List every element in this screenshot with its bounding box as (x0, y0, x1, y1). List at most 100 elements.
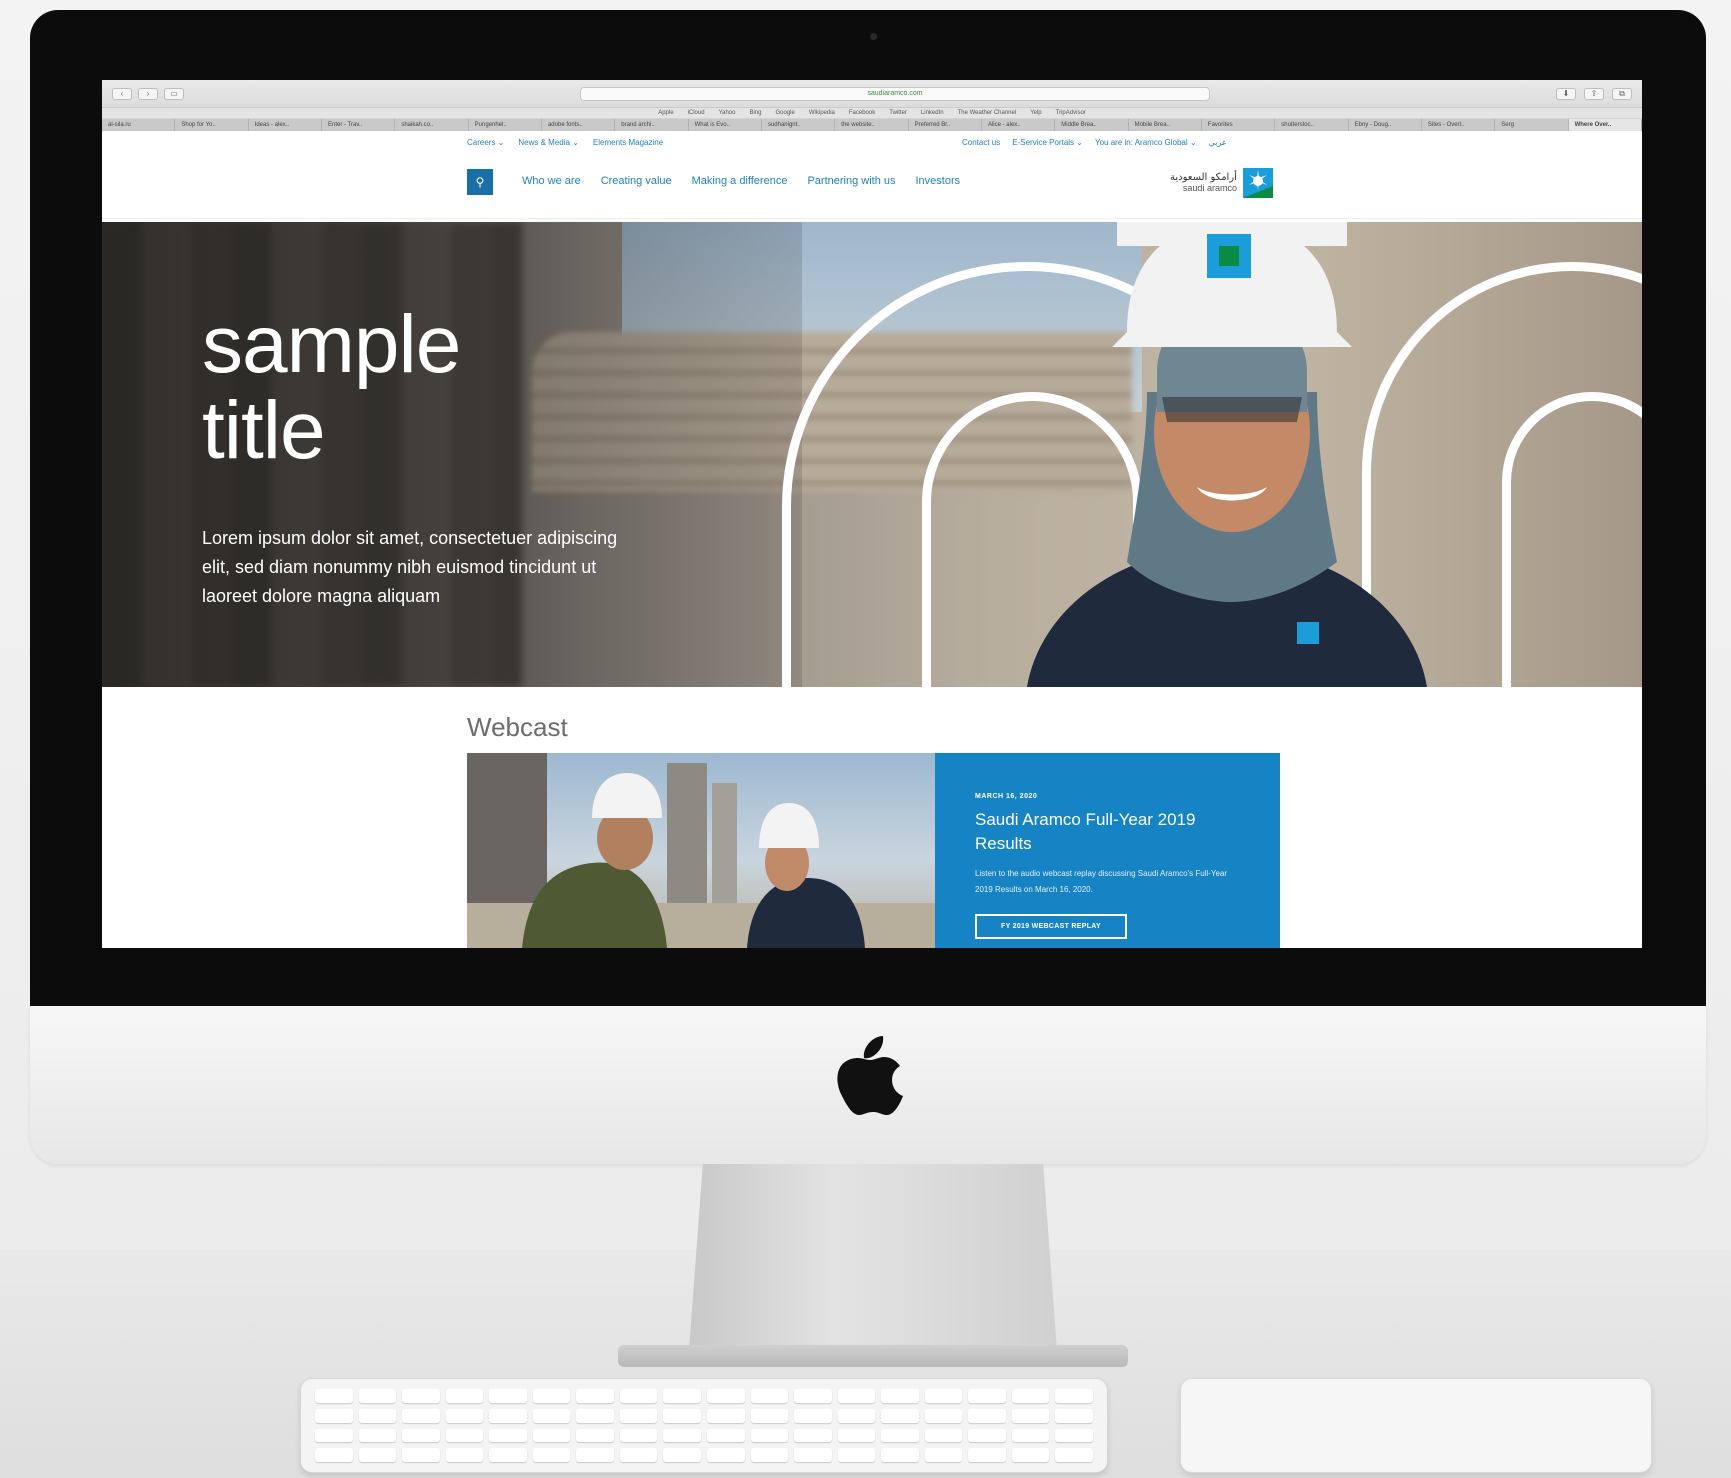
favorite-link[interactable]: Google (776, 110, 795, 116)
keyboard-key (1011, 1428, 1050, 1443)
nav-item[interactable]: Who we are (522, 175, 581, 187)
monitor-stand-base (618, 1345, 1128, 1367)
utility-link[interactable]: E-Service Portals ⌄ (1012, 138, 1083, 147)
aramco-logo[interactable]: أرامكو السعودية saudi aramco (1170, 166, 1280, 200)
tabs-icon[interactable]: ⧉ (1612, 87, 1632, 100)
keyboard-key (663, 1408, 701, 1423)
url-bar[interactable]: saudiaramco.com (580, 86, 1210, 101)
browser-tab[interactable]: shaikah.co.. (395, 119, 469, 131)
back-icon[interactable]: ‹ (112, 87, 132, 100)
browser-tab[interactable]: Alice - alex.. (982, 119, 1056, 131)
keyboard-key (576, 1428, 614, 1443)
webcast-heading: Webcast (467, 712, 568, 742)
keyboard-key (619, 1408, 658, 1423)
keyboard-key (1055, 1389, 1093, 1403)
favorite-link[interactable]: Bing (749, 110, 761, 116)
browser-tab[interactable]: Ebny - Doug.. (1349, 119, 1422, 131)
browser-tab[interactable]: Favorites (1202, 119, 1276, 131)
browser-tab[interactable]: Enter - Trav.. (322, 119, 396, 131)
keyboard-key (445, 1408, 484, 1423)
search-icon[interactable]: ⚲ (467, 169, 493, 195)
nav-item[interactable]: Investors (916, 175, 961, 187)
nav-item[interactable]: Creating value (601, 175, 672, 187)
keyboard-key (794, 1408, 832, 1423)
utility-link[interactable]: عربي (1209, 138, 1227, 147)
nav-item[interactable]: Making a difference (692, 175, 788, 187)
keyboard-key (881, 1428, 919, 1443)
keyboard-key (1055, 1408, 1093, 1423)
nav-item[interactable]: Partnering with us (807, 175, 895, 187)
webcast-replay-button[interactable]: FY 2019 WEBCAST REPLAY (975, 914, 1127, 939)
hero-subtitle: Lorem ipsum dolor sit amet, consectetuer… (202, 528, 618, 606)
logo-arabic: أرامكو السعودية (1170, 172, 1237, 183)
favorite-link[interactable]: Yelp (1030, 110, 1041, 116)
keyboard-key (924, 1428, 963, 1443)
keyboard-key (837, 1428, 876, 1443)
utility-link[interactable]: Careers ⌄ (467, 138, 504, 147)
browser-tab[interactable]: Sites - Overt.. (1422, 119, 1496, 131)
keyboard-key (750, 1389, 789, 1403)
browser-tab[interactable]: Middle Brea.. (1055, 119, 1129, 131)
browser-tab[interactable]: Mobile Brea.. (1129, 119, 1202, 131)
favorite-link[interactable]: Apple (658, 110, 673, 116)
keyboard-key (489, 1448, 527, 1462)
download-icon[interactable]: ⬇ (1556, 87, 1576, 100)
favorite-link[interactable]: Wikipedia (809, 110, 835, 116)
webcast-card: MARCH 16, 2020 Saudi Aramco Full-Year 20… (935, 753, 1280, 948)
keyboard-key (968, 1408, 1006, 1423)
browser-tab[interactable]: Pungenhel.. (469, 119, 542, 131)
keyboard-key (445, 1448, 484, 1462)
browser-tab[interactable]: Shop for Yo.. (175, 119, 249, 131)
favorite-link[interactable]: iCloud (688, 110, 705, 116)
logo-english: saudi aramco (1182, 183, 1237, 193)
browser-tab[interactable]: brand archi.. (615, 119, 689, 131)
favorite-link[interactable]: The Weather Channel (958, 110, 1017, 116)
webcast-title[interactable]: Saudi Aramco Full-Year 2019 Results (975, 808, 1240, 856)
favorite-link[interactable]: TripAdvisor (1056, 110, 1086, 116)
keyboard-key (663, 1428, 701, 1443)
keyboard (300, 1378, 1108, 1473)
utility-bar: Careers ⌄ News & Media ⌄ Elements Magazine… (102, 131, 1642, 153)
keyboard-key (358, 1448, 397, 1462)
browser-tab[interactable]: the website.. (835, 119, 909, 131)
browser-tab[interactable]: adobe fonts.. (542, 119, 616, 131)
hero-banner: sample title Lorem ipsum dolor sit amet,… (102, 222, 1642, 687)
keyboard-key (837, 1448, 876, 1462)
utility-link[interactable]: Contact us (962, 138, 1000, 147)
favorite-link[interactable]: Facebook (849, 110, 875, 116)
keyboard-key (881, 1448, 919, 1462)
keyboard-key (750, 1428, 789, 1443)
browser-tab[interactable]: Serg (1495, 119, 1569, 131)
browser-tab[interactable]: Where Over.. (1568, 119, 1642, 131)
browser-tab[interactable]: Preferred Br.. (909, 119, 982, 131)
keyboard-key (1011, 1408, 1050, 1423)
utility-link[interactable]: News & Media ⌄ (518, 138, 579, 147)
favorite-link[interactable]: Yahoo (719, 110, 736, 116)
keyboard-key (532, 1428, 571, 1443)
browser-tab[interactable]: What is Evo.. (689, 119, 762, 131)
browser-tab[interactable]: sudhanignt.. (762, 119, 836, 131)
share-icon[interactable]: ⇪ (1584, 87, 1604, 100)
monitor-stand (688, 1164, 1058, 1364)
keyboard-key (619, 1428, 658, 1443)
keyboard-key (315, 1389, 353, 1403)
sidebar-icon[interactable]: ▭ (164, 87, 184, 100)
favorite-link[interactable]: Twitter (889, 110, 907, 116)
keyboard-key (532, 1389, 571, 1403)
browser-tabs: al-sila.ru Shop for Yo.. Ideas - alex.. Ent… (102, 119, 1642, 131)
keyboard-key (445, 1428, 484, 1443)
favorite-link[interactable]: LinkedIn (921, 110, 944, 116)
browser-tab[interactable]: Ideas - alex.. (249, 119, 322, 131)
keyboard-key (750, 1448, 789, 1462)
screen: ‹ › ▭ saudiaramco.com ⬇ ⇪ ⧉ Apple iCloud Y… (102, 80, 1642, 948)
keyboard-key (358, 1408, 397, 1423)
forward-icon[interactable]: › (138, 87, 158, 100)
utility-link[interactable]: Elements Magazine (593, 138, 663, 147)
keyboard-key (1055, 1428, 1093, 1443)
browser-tab[interactable]: shutterstoc.. (1275, 119, 1349, 131)
keyboard-key (358, 1389, 397, 1403)
keyboard-key (663, 1448, 701, 1462)
utility-link[interactable]: You are in: Aramco Global ⌄ (1095, 138, 1197, 147)
keyboard-key (619, 1389, 658, 1403)
browser-tab[interactable]: al-sila.ru (102, 119, 176, 131)
